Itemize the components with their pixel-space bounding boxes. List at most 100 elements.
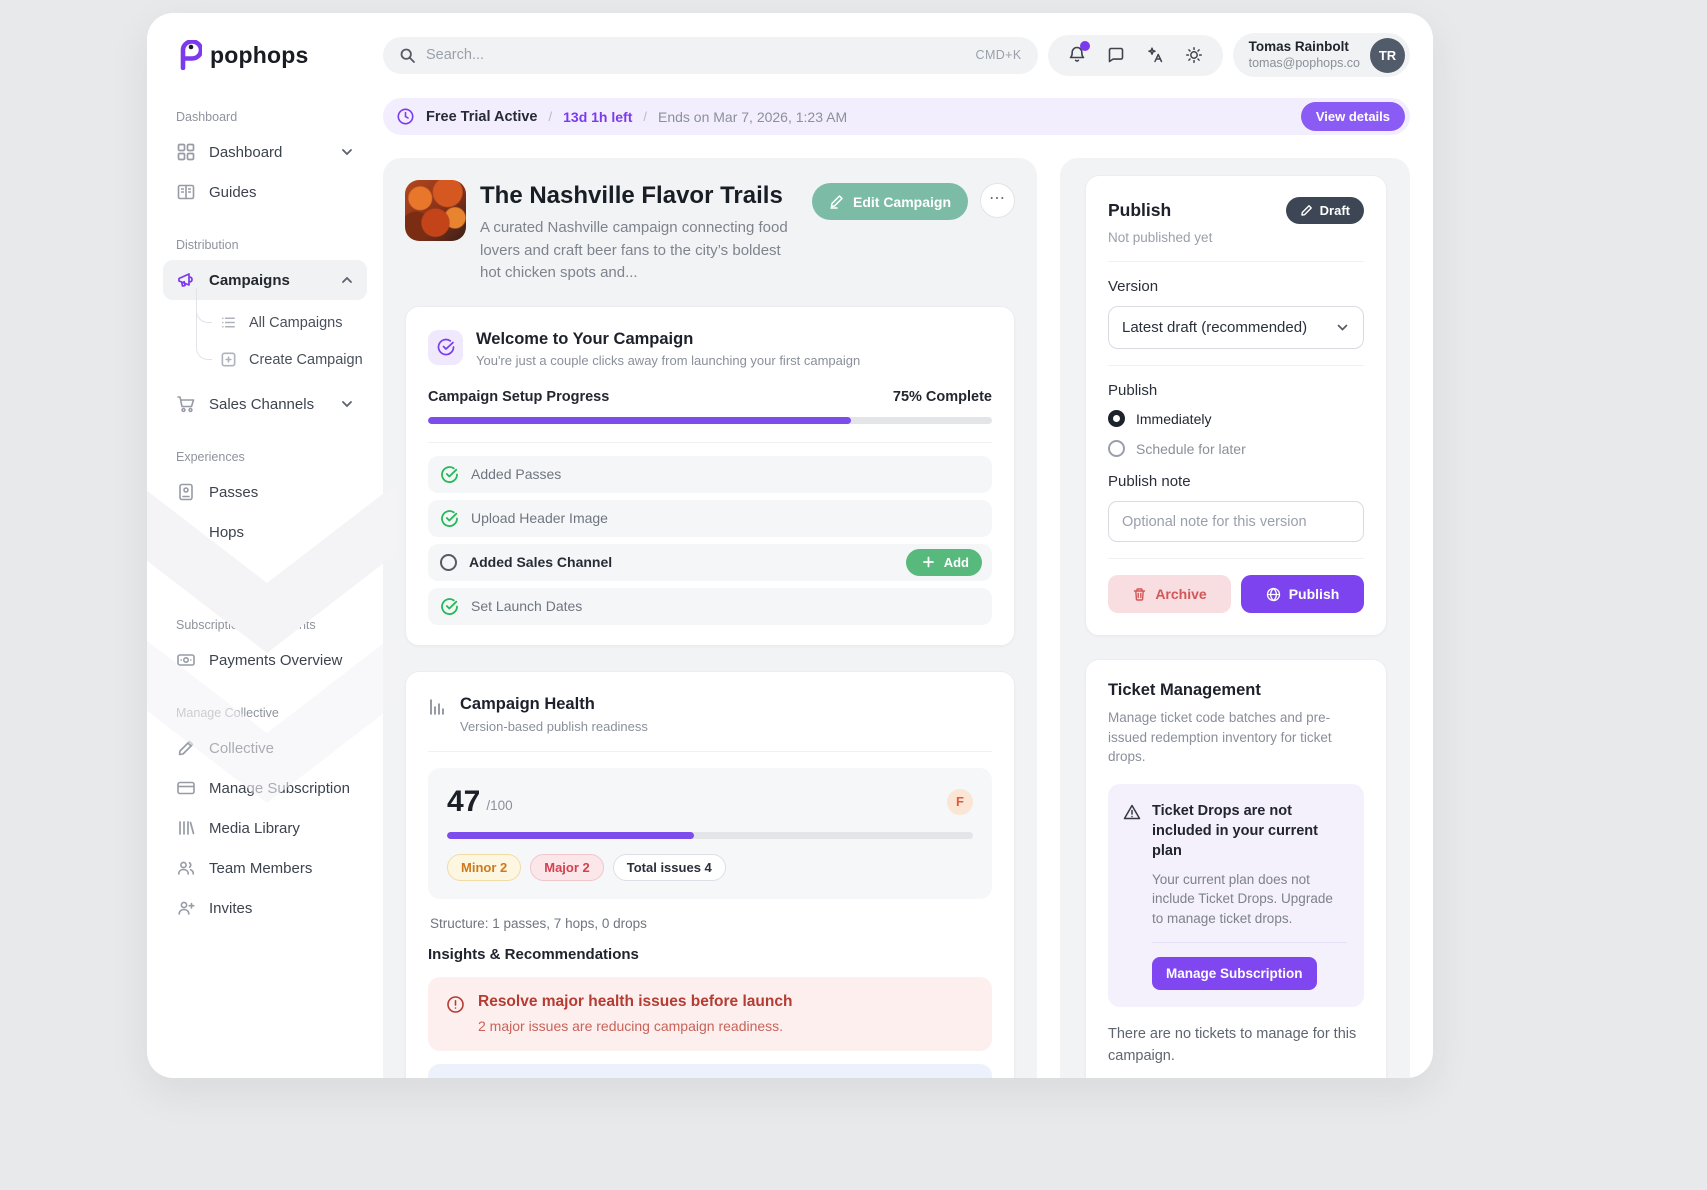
campaign-panel: The Nashville Flavor Trails A curated Na… bbox=[383, 158, 1037, 1078]
sidebar-item-sales-channels[interactable]: Sales Channels bbox=[163, 384, 367, 424]
version-value: Latest draft (recommended) bbox=[1122, 319, 1307, 336]
view-details-button[interactable]: View details bbox=[1301, 102, 1405, 131]
divider bbox=[1108, 261, 1364, 262]
setup-progress-bar bbox=[428, 417, 992, 424]
sidebar-item-guides[interactable]: Guides bbox=[163, 172, 367, 212]
language-button[interactable] bbox=[1139, 39, 1171, 71]
more-options-button[interactable]: ⋯ bbox=[980, 183, 1015, 218]
manage-subscription-button[interactable]: Manage Subscription bbox=[1152, 957, 1317, 990]
sidebar-item-campaigns[interactable]: Campaigns bbox=[163, 260, 367, 300]
setup-progress-label: Campaign Setup Progress bbox=[428, 389, 609, 405]
draft-badge[interactable]: Draft bbox=[1286, 197, 1364, 224]
sidebar-item-all-campaigns[interactable]: All Campaigns bbox=[196, 304, 367, 341]
clock-icon bbox=[396, 107, 415, 126]
campaign-header: The Nashville Flavor Trails A curated Na… bbox=[405, 180, 1015, 285]
campaign-health-card: Campaign Health Version-based publish re… bbox=[405, 671, 1015, 1079]
sidebar-item-drops[interactable]: Drops bbox=[163, 552, 367, 592]
radio-selected-icon[interactable] bbox=[1108, 410, 1125, 427]
search-input[interactable] bbox=[426, 47, 966, 63]
health-score: 47 bbox=[447, 785, 480, 819]
publish-title: Publish bbox=[1108, 200, 1171, 221]
alert-body: 2 major issues are reducing campaign rea… bbox=[478, 1018, 792, 1034]
checklist-item-launch-dates[interactable]: Set Launch Dates bbox=[428, 588, 992, 625]
ticket-empty-text: There are no tickets to manage for this … bbox=[1108, 1024, 1364, 1068]
circle-check-icon bbox=[436, 337, 456, 357]
trash-icon bbox=[1132, 587, 1147, 602]
radio-unselected-icon[interactable] bbox=[1108, 440, 1125, 457]
sidebar-item-create-campaign[interactable]: Create Campaign bbox=[196, 341, 367, 378]
archive-button[interactable]: Archive bbox=[1108, 575, 1231, 613]
version-select[interactable]: Latest draft (recommended) bbox=[1108, 306, 1364, 349]
divider bbox=[428, 751, 992, 752]
trial-time-left: 13d 1h left bbox=[563, 109, 632, 125]
notifications-button[interactable] bbox=[1061, 39, 1093, 71]
chevron-down-icon bbox=[340, 397, 354, 411]
theme-button[interactable] bbox=[1178, 39, 1210, 71]
sidebar-item-payments-overview[interactable]: Payments Overview bbox=[163, 640, 367, 680]
setup-progress-value: 75% Complete bbox=[893, 389, 992, 405]
health-score-box: 47 /100 F Minor 2 Major 2 Total issues 4 bbox=[428, 768, 992, 899]
welcome-title: Welcome to Your Campaign bbox=[476, 330, 860, 349]
header-icon-group bbox=[1048, 35, 1223, 76]
sidebar-item-label: Collective bbox=[209, 740, 354, 757]
sidebar-item-label: Create Campaign bbox=[249, 352, 363, 368]
sidebar-item-collective[interactable]: Collective bbox=[163, 728, 367, 768]
brand-name: pophops bbox=[210, 42, 309, 69]
radio-immediately[interactable]: Immediately bbox=[1108, 410, 1364, 427]
checklist-item-upload-header[interactable]: Upload Header Image bbox=[428, 500, 992, 537]
edit-campaign-button[interactable]: Edit Campaign bbox=[812, 183, 968, 220]
sidebar-item-label: Campaigns bbox=[209, 272, 327, 289]
user-name: Tomas Rainbolt bbox=[1249, 39, 1360, 56]
brand-logo[interactable]: pophops bbox=[163, 40, 367, 70]
ticket-warning-body: Your current plan does not include Ticke… bbox=[1152, 870, 1347, 929]
publish-note-input[interactable] bbox=[1108, 501, 1364, 542]
book-icon bbox=[176, 182, 196, 202]
right-rail: Publish Draft Not published yet Version … bbox=[1060, 158, 1410, 1078]
sidebar-item-label: Hops bbox=[209, 524, 354, 541]
sidebar-item-media-library[interactable]: Media Library bbox=[163, 808, 367, 848]
sidebar-item-manage-subscription[interactable]: Manage Subscription bbox=[163, 768, 367, 808]
id-badge-icon bbox=[176, 482, 196, 502]
trial-status: Free Trial Active bbox=[426, 109, 538, 125]
health-score-bar bbox=[447, 832, 973, 839]
search-shortcut: CMD+K bbox=[976, 48, 1022, 62]
archive-label: Archive bbox=[1155, 586, 1206, 602]
publish-button[interactable]: Publish bbox=[1241, 575, 1364, 613]
sidebar-item-invites[interactable]: Invites bbox=[163, 888, 367, 928]
topbar: CMD+K bbox=[383, 33, 1410, 77]
radio-label: Schedule for later bbox=[1136, 441, 1246, 457]
radio-schedule-later[interactable]: Schedule for later bbox=[1108, 440, 1364, 457]
pencil-icon bbox=[829, 194, 844, 209]
sidebar-item-passes[interactable]: Passes bbox=[163, 472, 367, 512]
checklist-item-added-passes[interactable]: Added Passes bbox=[428, 456, 992, 493]
add-label: Add bbox=[944, 555, 969, 570]
users-icon bbox=[176, 858, 196, 878]
publish-note-label: Publish note bbox=[1108, 473, 1364, 490]
sidebar-section-distribution: Distribution bbox=[163, 238, 367, 252]
add-sales-channel-button[interactable]: Add bbox=[906, 549, 982, 576]
total-issues-badge: Total issues 4 bbox=[613, 854, 726, 881]
sidebar-item-label: Media Library bbox=[209, 820, 354, 837]
welcome-subtitle: You're just a couple clicks away from la… bbox=[476, 353, 860, 368]
app-window: pophops Dashboard Dashboard Guides bbox=[147, 13, 1433, 1078]
ticket-warning-title: Ticket Drops are not included in your cu… bbox=[1152, 801, 1347, 862]
sidebar-item-label: Guides bbox=[209, 184, 354, 201]
search-icon bbox=[399, 47, 416, 64]
sidebar-item-hops[interactable]: Hops bbox=[163, 512, 367, 552]
checklist-item-sales-channel[interactable]: Added Sales Channel Add bbox=[428, 544, 992, 581]
divider bbox=[1152, 942, 1347, 943]
publish-label: Publish bbox=[1289, 586, 1340, 602]
sidebar-item-label: Drops bbox=[209, 564, 354, 581]
chat-icon bbox=[1107, 46, 1125, 64]
sidebar-item-dashboard[interactable]: Dashboard bbox=[163, 132, 367, 172]
user-menu[interactable]: Tomas Rainbolt tomas@pophops.co TR bbox=[1233, 33, 1410, 77]
sidebar-item-label: Invites bbox=[209, 900, 354, 917]
avatar[interactable]: TR bbox=[1370, 38, 1405, 73]
radio-label: Immediately bbox=[1136, 411, 1211, 427]
messages-button[interactable] bbox=[1100, 39, 1132, 71]
search-bar[interactable]: CMD+K bbox=[383, 37, 1038, 74]
checklist-label: Upload Header Image bbox=[471, 510, 982, 526]
health-subtitle: Version-based publish readiness bbox=[460, 719, 648, 734]
sidebar-item-team-members[interactable]: Team Members bbox=[163, 848, 367, 888]
sidebar-section-subscription-payments: Subscription & Payments bbox=[163, 618, 367, 632]
